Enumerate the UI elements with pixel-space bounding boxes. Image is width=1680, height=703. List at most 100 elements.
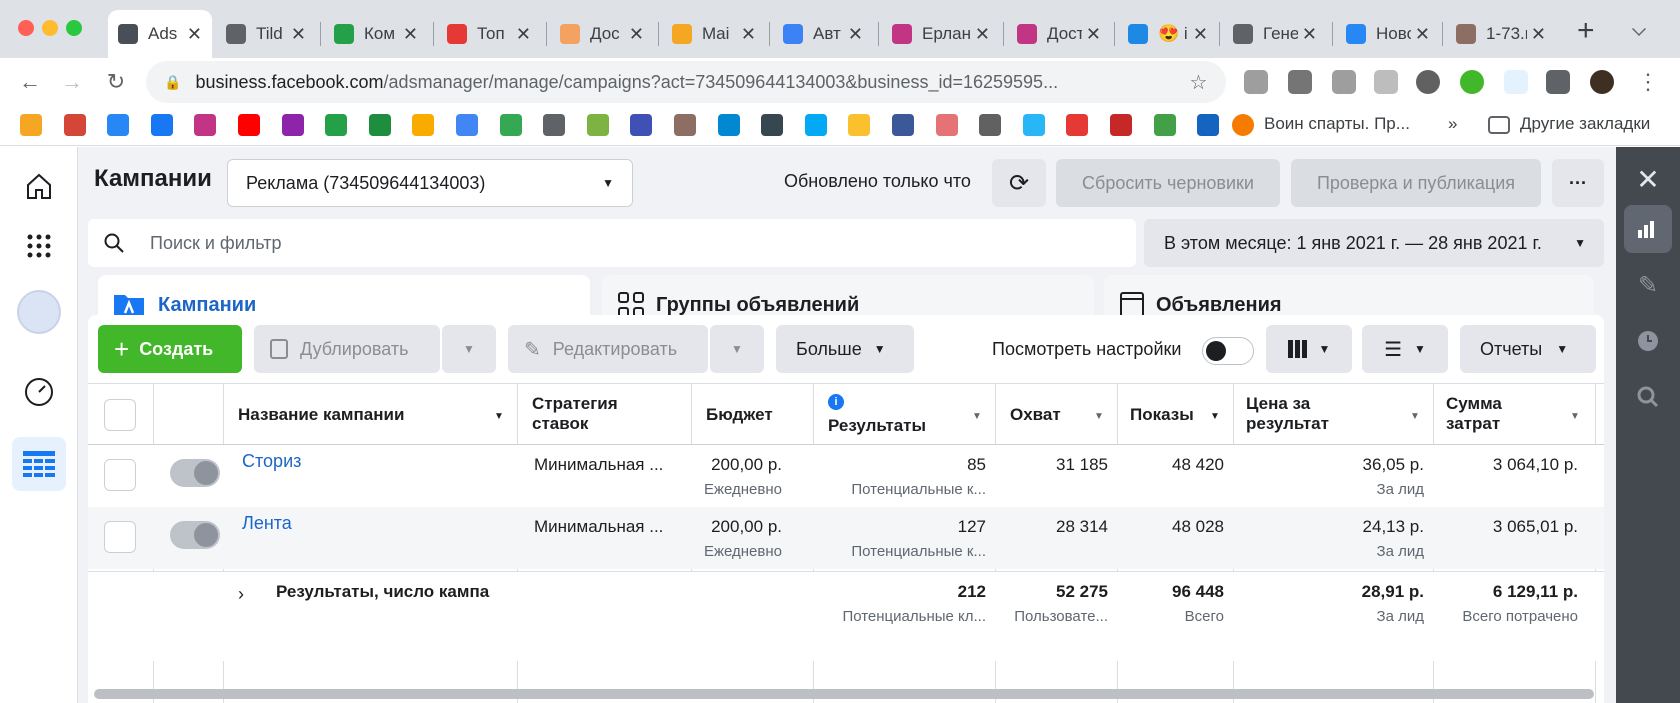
bookmark-icon[interactable] [1022,114,1045,136]
close-tab-icon[interactable]: ✕ [848,24,863,45]
browser-tab[interactable]: Новост✕ [1336,10,1440,58]
columns-button[interactable]: ▼ [1266,325,1352,373]
close-tab-icon[interactable]: ✕ [1531,24,1546,45]
extensions-puzzle-icon[interactable] [1546,70,1570,94]
bookmark-icon[interactable] [1110,114,1132,136]
chevron-right-icon[interactable]: › [238,584,244,605]
apps-grid-icon[interactable] [12,219,66,273]
extension-icon[interactable] [1332,70,1356,94]
browser-tab[interactable]: Ads ✕ [108,10,212,58]
chart-icon[interactable] [1624,205,1672,253]
browser-tab[interactable]: Mai ✕ [662,10,766,58]
browser-tab[interactable]: Авт ✕ [773,10,873,58]
back-button[interactable]: ← [14,66,46,98]
bookmarks-overflow-button[interactable]: » [1448,114,1457,134]
bookmark-icon[interactable] [804,114,827,136]
date-range-picker[interactable]: В этом месяце: 1 янв 2021 г. — 28 янв 20… [1144,219,1604,267]
bookmark-icon[interactable] [281,114,304,136]
gauge-icon[interactable] [12,365,66,419]
close-tab-icon[interactable]: ✕ [516,24,531,45]
bookmark-icon[interactable] [1066,114,1089,136]
browser-tab[interactable]: Ком ✕ [324,10,428,58]
home-icon[interactable] [12,159,66,213]
close-tab-icon[interactable]: ✕ [741,24,756,45]
sort-icon[interactable]: ▼ [1570,411,1580,422]
account-avatar[interactable] [12,285,66,339]
header-cost-per-result[interactable]: Цена за результат [1246,394,1329,434]
bookmark-icon[interactable] [543,114,566,136]
close-window-button[interactable] [18,20,34,36]
campaign-name-link[interactable]: Лента [242,513,292,534]
bookmark-icon[interactable] [586,114,609,136]
zoom-window-button[interactable] [66,20,82,36]
create-button[interactable]: + Создать [98,325,242,373]
duplicate-button[interactable]: Дублировать [254,325,440,373]
account-selector[interactable]: Реклама (734509644134003) ▼ [227,159,633,207]
close-tab-icon[interactable]: ✕ [187,24,202,45]
bookmark-icon[interactable] [717,114,740,136]
bookmark-icon[interactable] [499,114,522,136]
browser-tab[interactable]: Tild ✕ [216,10,316,58]
close-tab-icon[interactable]: ✕ [1415,24,1430,45]
sort-icon[interactable]: ▼ [972,411,982,422]
bookmark-icon[interactable] [630,114,653,136]
row-checkbox[interactable] [104,521,136,553]
bookmark-icon[interactable] [674,114,696,136]
more-options-button[interactable]: ··· [1552,159,1604,207]
close-tab-icon[interactable]: ✕ [291,24,306,45]
campaign-toggle[interactable] [170,521,220,549]
close-tab-icon[interactable]: ✕ [1302,24,1317,45]
extension-icon[interactable] [1244,70,1268,94]
edit-button[interactable]: ✎ Редактировать [508,325,708,373]
bookmark-icon[interactable] [150,114,173,136]
header-name[interactable]: Название кампании [238,405,404,425]
new-tab-button[interactable]: + [1577,16,1595,46]
horizontal-scrollbar[interactable] [94,689,1594,699]
pencil-icon[interactable]: ✎ [1624,261,1672,309]
reports-button[interactable]: Отчеты ▼ [1460,325,1596,373]
bookmark-icon[interactable] [935,114,958,136]
info-icon[interactable]: i [828,394,844,410]
browser-tab[interactable]: Дос ✕ [550,10,654,58]
bookmark-icon[interactable] [456,114,478,136]
close-tab-icon[interactable]: ✕ [403,24,418,45]
header-impressions[interactable]: Показы [1130,405,1194,425]
extension-icon[interactable] [1374,70,1398,94]
bookmark-icon[interactable] [848,114,871,136]
extension-icon[interactable] [1504,70,1528,94]
sort-icon[interactable]: ▼ [1410,411,1420,422]
sort-icon[interactable]: ▼ [1094,411,1104,422]
row-checkbox[interactable] [104,459,136,491]
reload-button[interactable]: ↻ [100,66,132,98]
minimize-window-button[interactable] [42,20,58,36]
browser-menu-icon[interactable]: ⋮ [1632,66,1664,98]
close-tab-icon[interactable]: ✕ [1193,24,1208,45]
budget[interactable]: 200,00 р. [711,455,782,475]
campaign-toggle[interactable] [170,459,220,487]
header-strategy[interactable]: Стратегия ставок [532,394,618,434]
close-tab-icon[interactable]: ✕ [629,24,644,45]
table-row[interactable]: Сториз Минимальная ... 200,00 р. Ежеднев… [88,445,1604,507]
extension-icon[interactable] [1288,70,1312,94]
bookmark-icon[interactable] [63,114,86,136]
bookmark-icon[interactable] [20,114,42,136]
campaign-name-link[interactable]: Сториз [242,451,301,472]
edit-dropdown-button[interactable]: ▼ [710,325,764,373]
select-all-checkbox[interactable] [104,399,136,431]
bookmark-icon[interactable] [238,114,260,136]
bookmark-icon[interactable] [107,114,130,136]
extension-icon[interactable] [1460,70,1484,94]
budget[interactable]: 200,00 р. [711,517,782,537]
browser-tab[interactable]: 😍 iEmo✕ [1118,10,1218,58]
browser-tab[interactable]: Достав✕ [1007,10,1111,58]
duplicate-dropdown-button[interactable]: ▼ [442,325,496,373]
bookmark-icon[interactable] [1197,114,1220,136]
avatar[interactable] [1590,70,1614,94]
bookmark-icon[interactable] [1153,114,1176,136]
refresh-button[interactable]: ⟳ [992,159,1046,207]
bookmark-icon[interactable] [194,114,217,136]
discard-drafts-button[interactable]: Сбросить черновики [1056,159,1280,207]
bookmark-icon[interactable] [1232,114,1254,136]
header-amount-spent[interactable]: Сумма затрат [1446,394,1502,434]
browser-tab[interactable]: Генера✕ [1223,10,1327,58]
